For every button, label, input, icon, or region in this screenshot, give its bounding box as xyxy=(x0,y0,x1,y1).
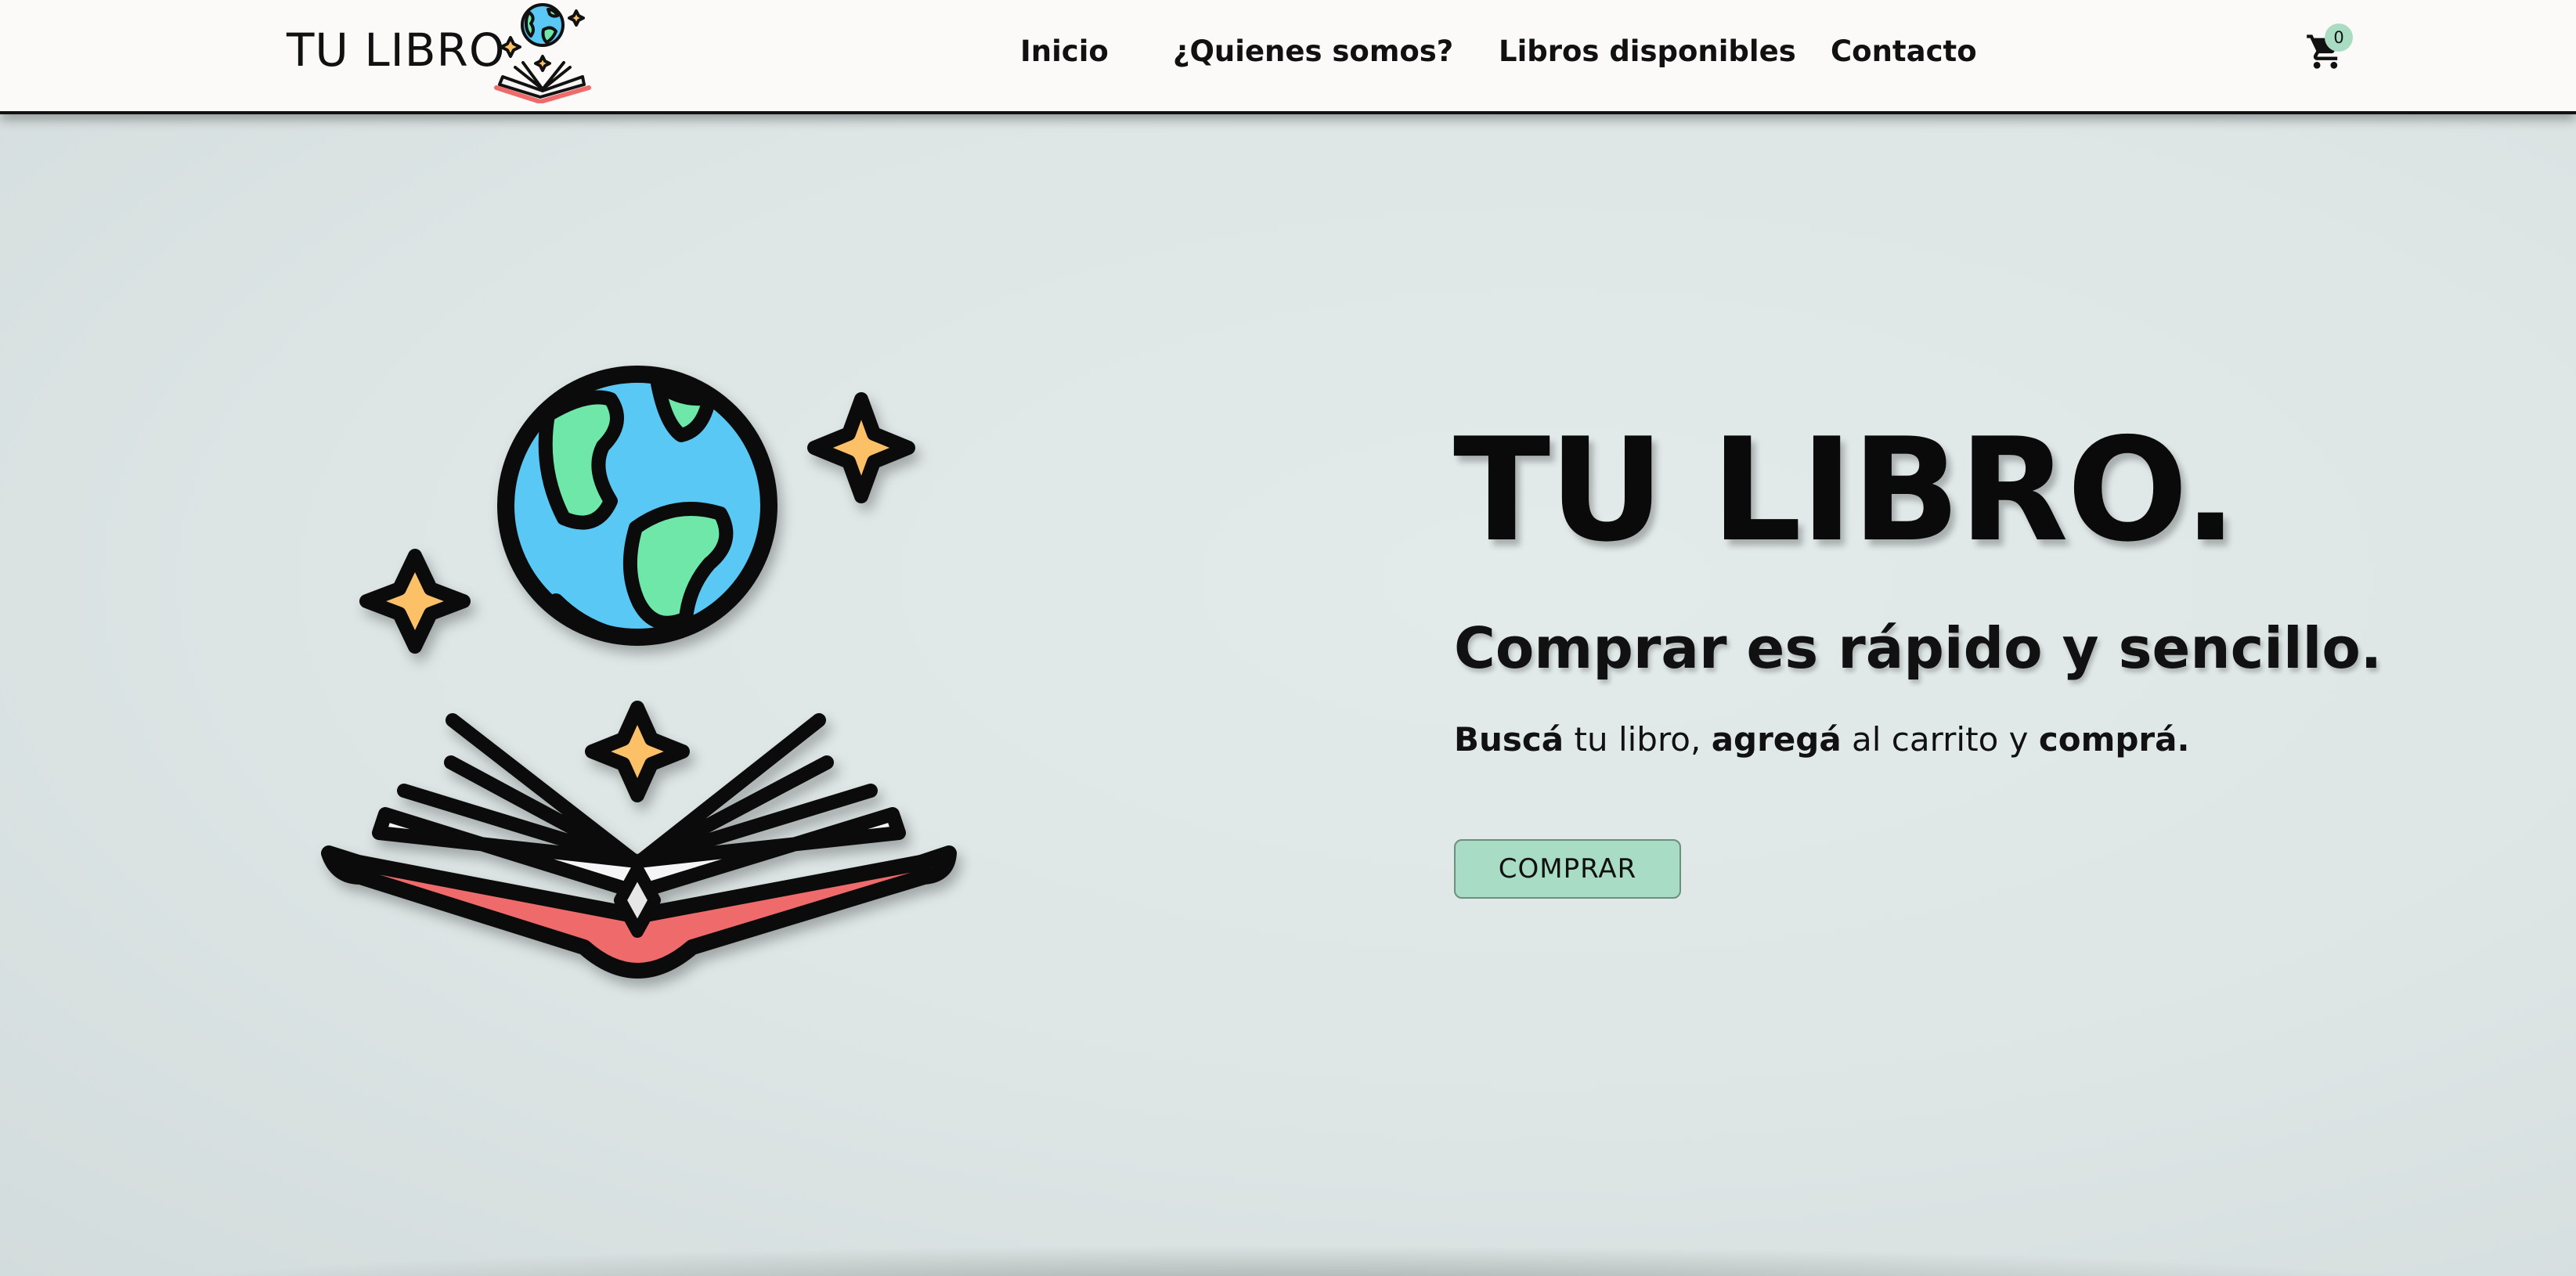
step-word-compra: comprá. xyxy=(2038,720,2190,759)
step-word-agrega: agregá xyxy=(1711,720,1842,759)
nav-link-contacto[interactable]: Contacto xyxy=(1831,34,1977,68)
nav-link-libros-disponibles[interactable]: Libros disponibles xyxy=(1499,34,1796,68)
step-text-1: tu libro, xyxy=(1564,720,1712,759)
hero-bottom-shadow xyxy=(94,1245,2482,1276)
cart-count-badge: 0 xyxy=(2325,23,2353,52)
step-word-busca: Buscá xyxy=(1454,720,1564,759)
step-text-2: al carrito y xyxy=(1841,720,2039,759)
nav-link-inicio[interactable]: Inicio xyxy=(1020,34,1109,68)
nav-link-quienes-somos[interactable]: ¿Quienes somos? xyxy=(1173,34,1453,68)
hero-steps-text: Buscá tu libro, agregá al carrito y comp… xyxy=(1454,720,2189,759)
top-navigation-bar: TU LIBRO Inicio ¿Quienes somos? Libros d… xyxy=(0,0,2576,114)
comprar-button[interactable]: COMPRAR xyxy=(1454,839,1681,899)
open-book-globe-illustration-icon xyxy=(321,366,957,979)
hero-title: TU LIBRO. xyxy=(1453,407,2238,573)
hero-subtitle: Comprar es rápido y sencillo. xyxy=(1454,615,2383,681)
main-nav: Inicio ¿Quienes somos? Libros disponible… xyxy=(0,34,2576,74)
